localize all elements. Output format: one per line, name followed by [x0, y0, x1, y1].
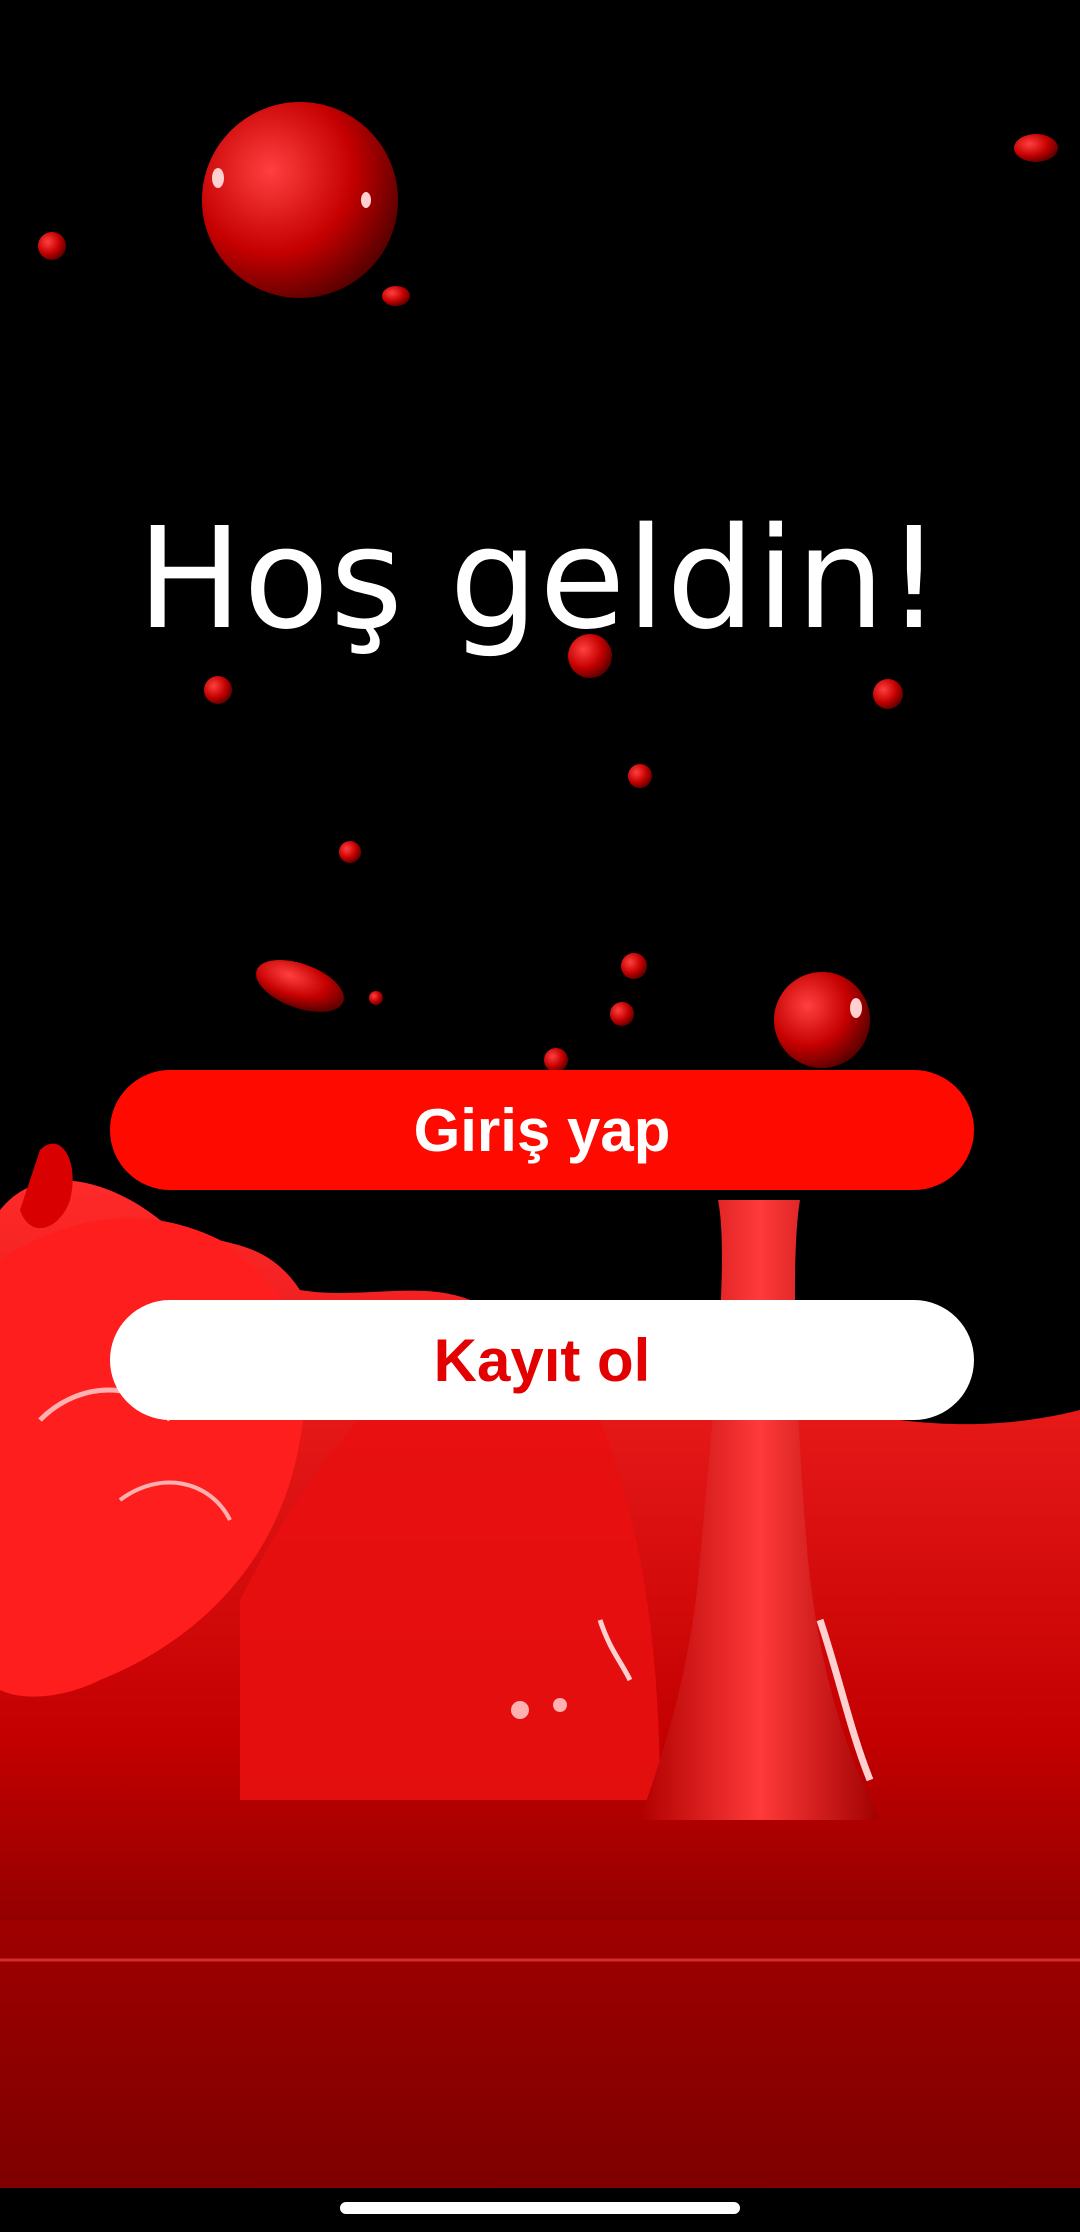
register-button[interactable]: Kayıt ol — [110, 1300, 974, 1420]
welcome-title: Hoş geldin! — [137, 498, 943, 661]
welcome-screen: Hoş geldin! Giriş yap Kayıt ol — [0, 0, 1080, 2232]
login-button[interactable]: Giriş yap — [110, 1070, 974, 1190]
gesture-home-bar[interactable] — [340, 2202, 740, 2214]
